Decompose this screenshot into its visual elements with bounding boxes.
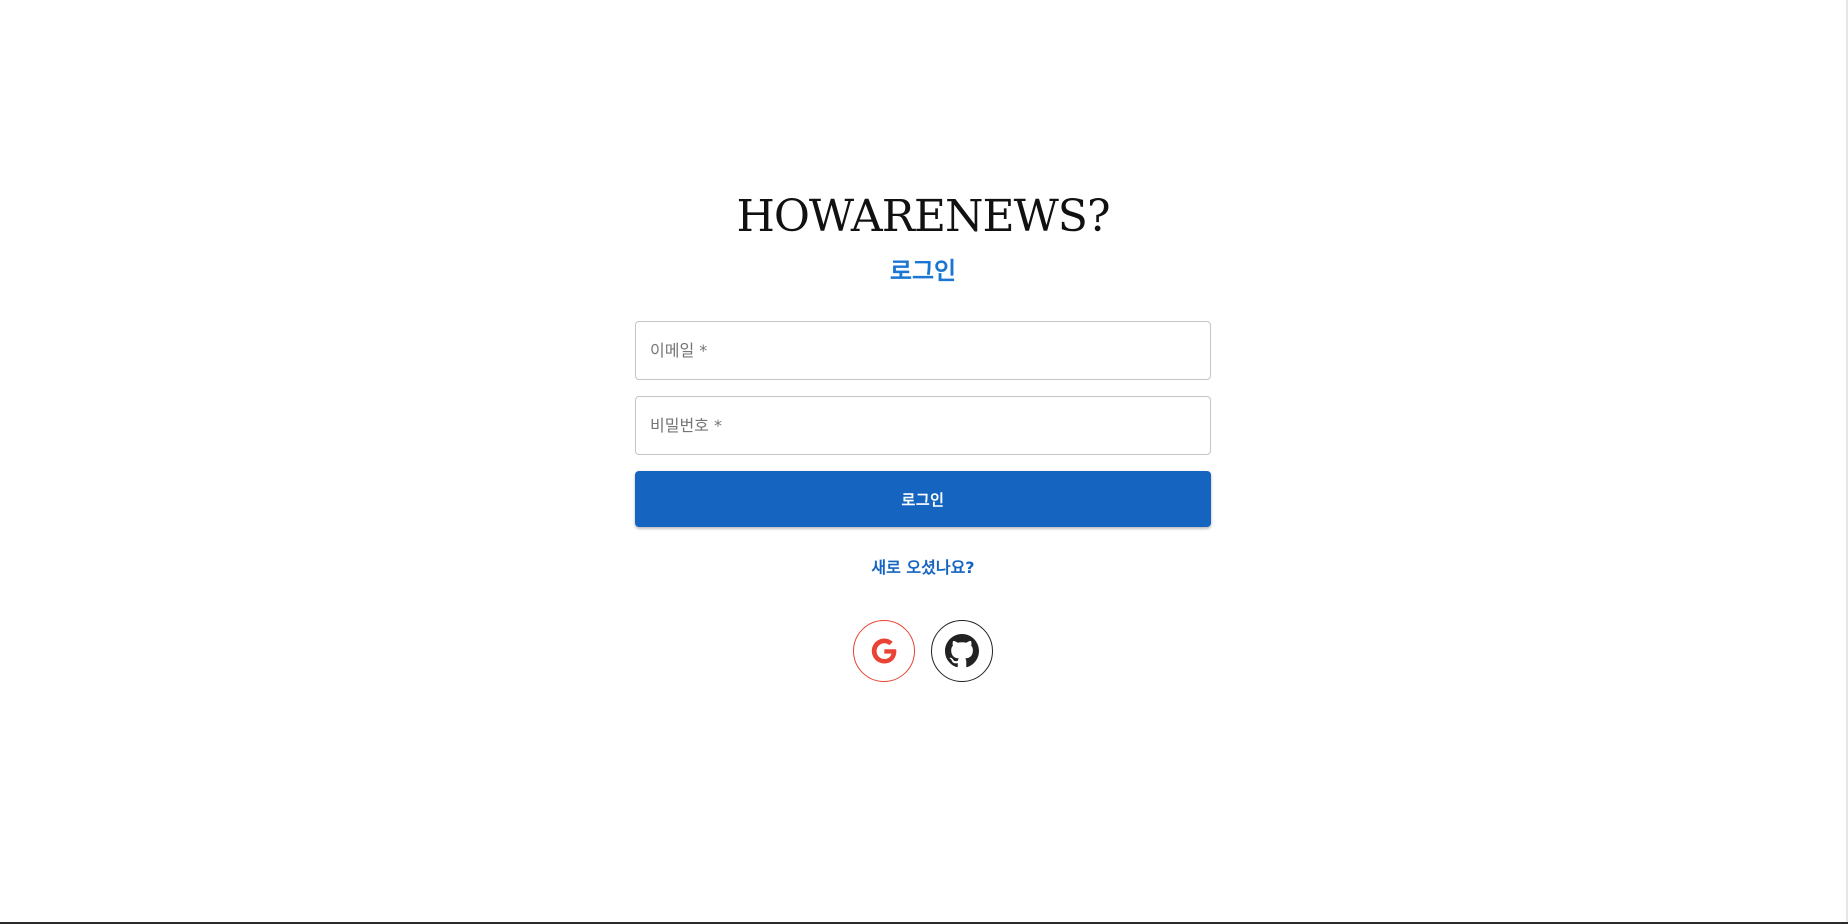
- login-button[interactable]: 로그인: [635, 471, 1211, 527]
- social-login-row: [853, 620, 993, 682]
- password-field[interactable]: [635, 396, 1211, 455]
- google-icon: [871, 638, 897, 664]
- site-logo: HOWARENEWS?: [736, 191, 1110, 242]
- password-input[interactable]: [650, 416, 1196, 435]
- github-icon: [945, 634, 979, 668]
- login-page: HOWARENEWS? 로그인 로그인 새로 오셨나요?: [0, 0, 1848, 924]
- email-field[interactable]: [635, 321, 1211, 380]
- signup-link[interactable]: 새로 오셨나요?: [871, 557, 974, 579]
- login-card: HOWARENEWS? 로그인 로그인 새로 오셨나요?: [635, 190, 1211, 682]
- email-input[interactable]: [650, 341, 1196, 360]
- login-heading: 로그인: [889, 257, 957, 285]
- github-login-button[interactable]: [931, 620, 993, 682]
- google-login-button[interactable]: [853, 620, 915, 682]
